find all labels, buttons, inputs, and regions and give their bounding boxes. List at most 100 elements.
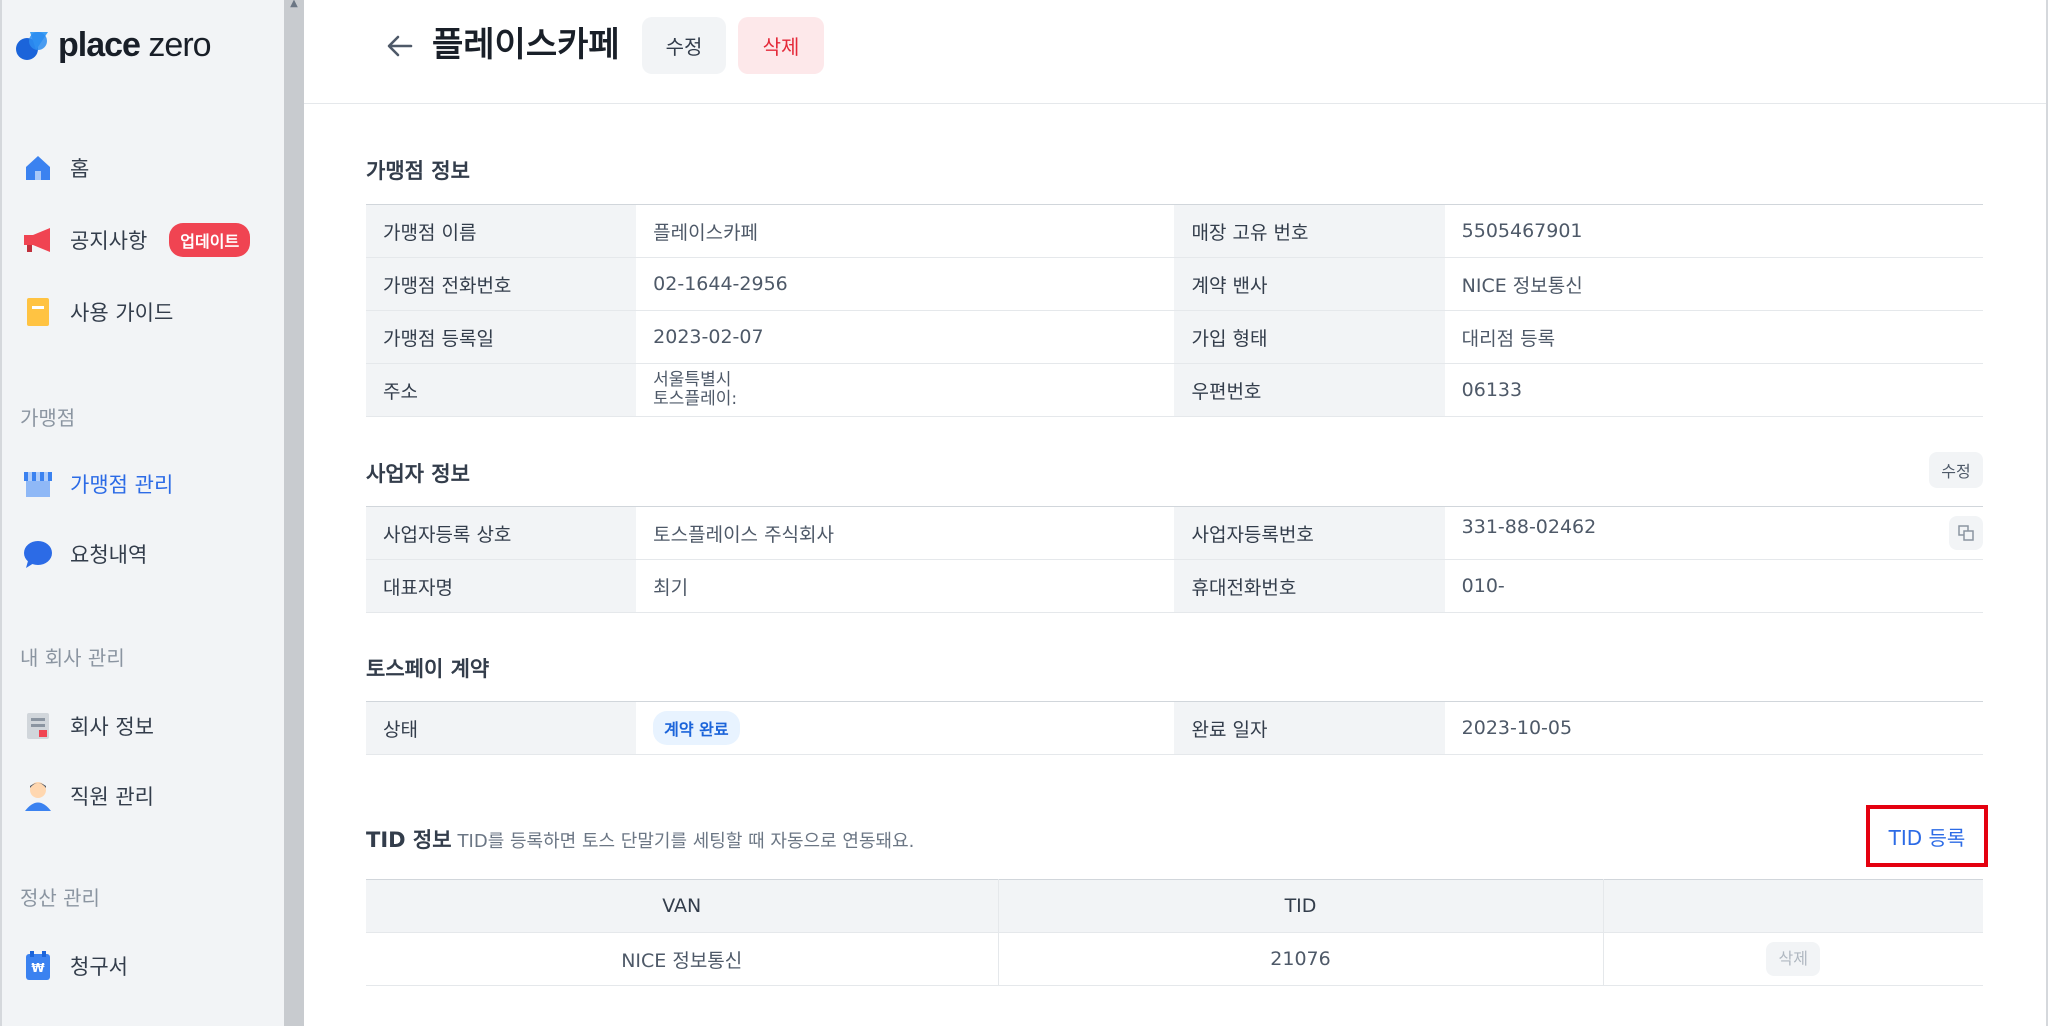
sidebar-item-label: 공지사항 (70, 229, 148, 253)
chat-bubble-icon (22, 538, 54, 570)
section-label-company: 내 회사 관리 (20, 646, 125, 670)
tid-value-cell: 21076 (998, 932, 1604, 986)
business-info-title: 사업자 정보 (366, 462, 470, 486)
section-label-settlement: 정산 관리 (20, 886, 100, 910)
logo-text: place zero (58, 26, 212, 64)
sidebar-item-invoice[interactable]: ₩ 청구서 (22, 946, 128, 986)
address-line-2: 토스플레이: (653, 389, 738, 409)
sidebar-item-store-management[interactable]: 가맹점 관리 (22, 464, 173, 504)
sidebar-scrollbar[interactable] (284, 0, 304, 1026)
edit-store-button[interactable]: 수정 (642, 17, 726, 74)
tid-title-text: TID 정보 (366, 828, 452, 852)
logo[interactable]: place zero (14, 26, 212, 65)
column-header-action (1603, 879, 1983, 933)
tid-register-button[interactable]: TID 등록 (1866, 805, 1988, 867)
invoice-icon: ₩ (22, 950, 54, 982)
sidebar-item-label: 청구서 (70, 955, 128, 979)
company-doc-icon (22, 710, 54, 742)
table-row: NICE 정보통신 21076 삭제 (366, 932, 1983, 986)
sidebar-item-label: 가맹점 관리 (70, 473, 174, 497)
completed-date-label: 완료 일자 (1174, 701, 1445, 755)
mobile-label: 휴대전화번호 (1174, 559, 1445, 613)
business-info-table: 사업자등록 상호 토스플레이스 주식회사 사업자등록번호 331-88-0246… (366, 506, 1983, 613)
van-label: 계약 밴사 (1174, 257, 1445, 311)
scroll-up-arrow-icon[interactable]: ▲ (286, 0, 302, 9)
address-value: 서울특별시 토스플레이: (636, 363, 1175, 417)
status-label: 상태 (366, 701, 637, 755)
van-value: NICE 정보통신 (1444, 257, 1983, 311)
guide-book-icon (22, 296, 54, 328)
status-badge: 계약 완료 (653, 711, 740, 745)
tid-table: VAN TID NICE 정보통신 21076 삭제 (366, 879, 1983, 986)
table-row: 사업자등록 상호 토스플레이스 주식회사 사업자등록번호 331-88-0246… (366, 506, 1983, 560)
copy-icon[interactable] (1949, 516, 1983, 550)
table-header-row: VAN TID (366, 879, 1983, 933)
join-type-label: 가입 형태 (1174, 310, 1445, 364)
sidebar: place zero 홈 공지사항 업데이트 사용 가이드 가맹점 가맹점 관리… (0, 0, 284, 1026)
store-name-label: 가맹점 이름 (366, 204, 637, 258)
registered-date-value: 2023-02-07 (636, 310, 1175, 364)
address-label: 주소 (366, 363, 637, 417)
store-phone-label: 가맹점 전화번호 (366, 257, 637, 311)
representative-label: 대표자명 (366, 559, 637, 613)
mobile-value: 010- (1444, 559, 1983, 613)
business-number-label: 사업자등록번호 (1174, 506, 1445, 560)
megaphone-icon (22, 224, 54, 256)
sidebar-item-company-info[interactable]: 회사 정보 (22, 706, 154, 746)
store-info-table: 가맹점 이름 플레이스카페 매장 고유 번호 5505467901 가맹점 전화… (366, 204, 1983, 417)
svg-text:₩: ₩ (31, 961, 45, 975)
sidebar-item-label: 직원 관리 (70, 785, 154, 809)
update-badge: 업데이트 (169, 223, 251, 257)
sidebar-item-guide[interactable]: 사용 가이드 (22, 292, 173, 332)
sidebar-item-notice[interactable]: 공지사항 업데이트 (22, 220, 251, 260)
column-header-van: VAN (366, 879, 999, 933)
store-phone-value: 02-1644-2956 (636, 257, 1175, 311)
table-row: 가맹점 전화번호 02-1644-2956 계약 밴사 NICE 정보통신 (366, 257, 1983, 311)
main-content: 플레이스카페 수정 삭제 가맹점 정보 가맹점 이름 플레이스카페 매장 고유 … (304, 0, 2048, 1026)
sidebar-item-label: 홈 (70, 157, 90, 181)
column-header-tid: TID (998, 879, 1604, 933)
tid-info-title: TID 정보 TID를 등록하면 토스 단말기를 세팅할 때 자동으로 연동돼요. (366, 824, 914, 854)
sidebar-item-home[interactable]: 홈 (22, 148, 89, 188)
delete-tid-button[interactable]: 삭제 (1766, 942, 1821, 976)
sidebar-item-staff[interactable]: 직원 관리 (22, 776, 154, 816)
back-arrow-icon[interactable] (380, 26, 420, 66)
business-name-label: 사업자등록 상호 (366, 506, 637, 560)
tid-action-cell: 삭제 (1603, 932, 1983, 986)
postal-code-value: 06133 (1444, 363, 1983, 417)
completed-date-value: 2023-10-05 (1444, 701, 1983, 755)
table-row: 상태 계약 완료 완료 일자 2023-10-05 (366, 701, 1983, 755)
address-line-1: 서울특별시 (653, 370, 732, 390)
home-icon (22, 152, 54, 184)
edit-business-button[interactable]: 수정 (1929, 452, 1983, 488)
business-number-cell: 331-88-02462 (1444, 506, 1983, 560)
page-header: 플레이스카페 수정 삭제 (304, 0, 2046, 104)
store-icon (22, 468, 54, 500)
store-name-value: 플레이스카페 (636, 204, 1175, 258)
store-info-title: 가맹점 정보 (366, 159, 470, 183)
page-title: 플레이스카페 (432, 25, 620, 65)
sidebar-item-label: 사용 가이드 (70, 301, 174, 325)
status-cell: 계약 완료 (636, 701, 1175, 755)
business-name-value: 토스플레이스 주식회사 (636, 506, 1175, 560)
business-number-value: 331-88-02462 (1461, 516, 1597, 538)
tid-subtitle: TID를 등록하면 토스 단말기를 세팅할 때 자동으로 연동돼요. (457, 831, 915, 852)
store-id-value: 5505467901 (1444, 204, 1983, 258)
table-row: 대표자명 최기 휴대전화번호 010- (366, 559, 1983, 613)
staff-person-icon (22, 780, 54, 812)
tosspay-title: 토스페이 계약 (366, 657, 490, 681)
representative-value: 최기 (636, 559, 1175, 613)
sidebar-item-label: 회사 정보 (70, 715, 154, 739)
tid-van-cell: NICE 정보통신 (366, 932, 999, 986)
section-label-franchise: 가맹점 (20, 406, 76, 430)
table-row: 가맹점 이름 플레이스카페 매장 고유 번호 5505467901 (366, 204, 1983, 258)
registered-date-label: 가맹점 등록일 (366, 310, 637, 364)
table-row: 주소 서울특별시 토스플레이: 우편번호 06133 (366, 363, 1983, 417)
sidebar-item-label: 요청내역 (70, 543, 148, 567)
delete-store-button[interactable]: 삭제 (738, 17, 824, 74)
sidebar-item-requests[interactable]: 요청내역 (22, 534, 147, 574)
table-row: 가맹점 등록일 2023-02-07 가입 형태 대리점 등록 (366, 310, 1983, 364)
postal-code-label: 우편번호 (1174, 363, 1445, 417)
place-zero-logo-icon (14, 28, 50, 64)
tosspay-table: 상태 계약 완료 완료 일자 2023-10-05 (366, 701, 1983, 755)
